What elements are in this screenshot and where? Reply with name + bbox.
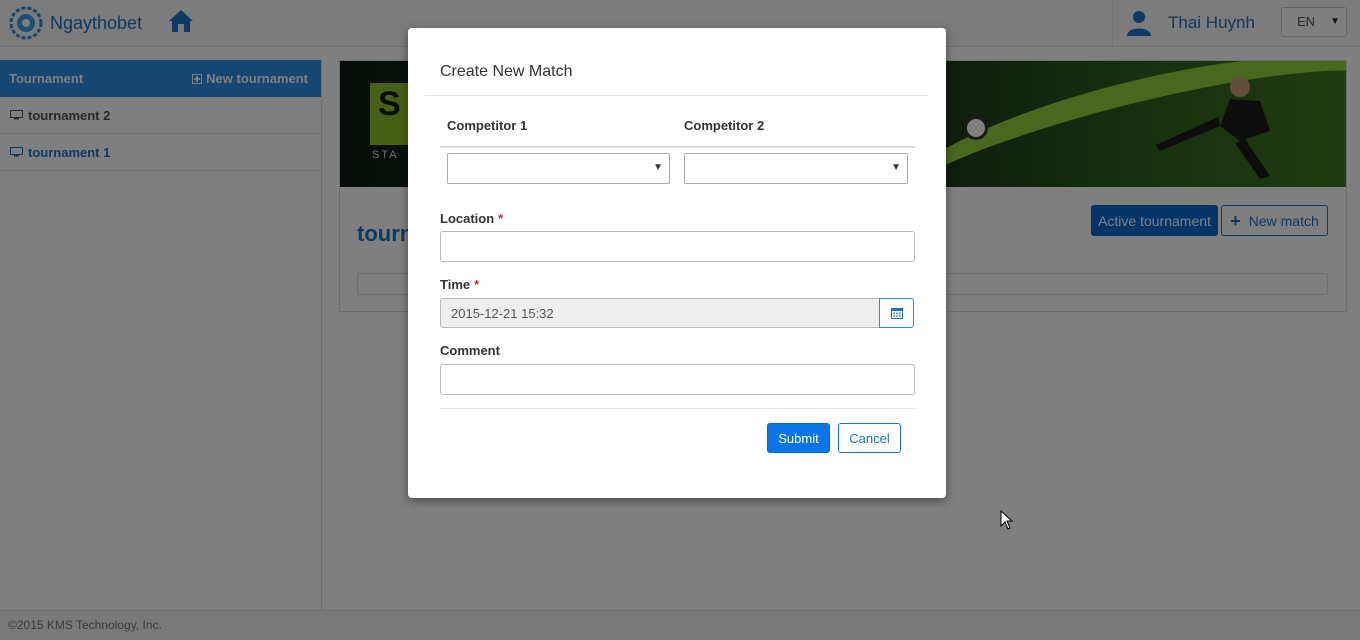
required-marker: * [474,277,480,292]
required-marker: * [498,211,504,226]
competitor-1-label: Competitor 1 [447,118,528,133]
competitor-1-select[interactable]: ▼ [447,153,670,184]
calendar-button[interactable] [879,298,914,328]
chevron-down-icon: ▼ [653,162,663,173]
time-label-text: Time [440,277,471,292]
time-label: Time * [440,277,479,292]
comment-label: Comment [440,343,500,358]
calendar-icon [890,308,903,319]
competitor-2-label: Competitor 2 [684,118,765,133]
location-label-text: Location [440,211,495,226]
modal-header-divider [425,95,928,96]
location-input[interactable] [440,231,915,262]
mouse-cursor-icon [1000,510,1014,530]
competitor-2-select[interactable]: ▼ [684,153,908,184]
modal-footer-divider [440,408,915,409]
time-input[interactable] [440,298,880,328]
cancel-button[interactable]: Cancel [838,423,901,453]
submit-button[interactable]: Submit [767,423,830,453]
modal-title: Create New Match [440,63,573,80]
create-match-modal: Create New Match Competitor 1 Competitor… [408,28,946,498]
chevron-down-icon: ▼ [891,162,901,173]
location-label: Location * [440,211,503,226]
competitor-divider [440,146,915,148]
comment-input[interactable] [440,364,915,395]
